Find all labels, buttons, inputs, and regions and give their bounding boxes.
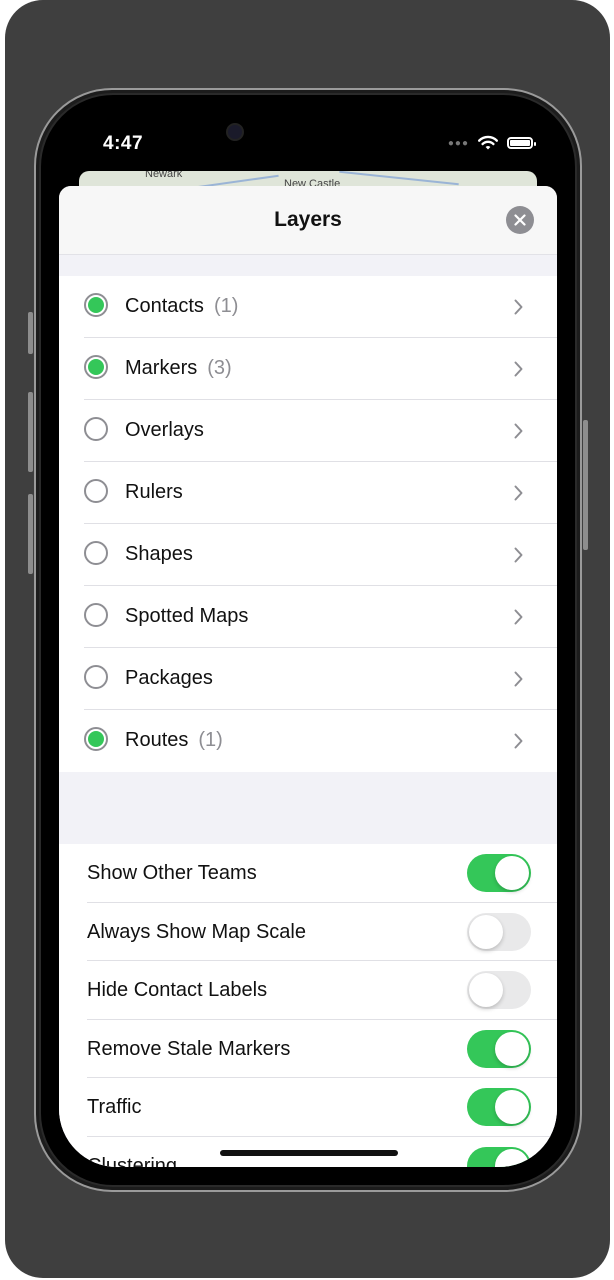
layer-row-markers[interactable]: Markers (3) bbox=[59, 338, 557, 400]
layer-name: Shapes bbox=[125, 543, 193, 565]
screen: 4:47 ●●● Newark New Castle Layers Contac… bbox=[59, 113, 557, 1167]
setting-row-traffic: Traffic bbox=[59, 1078, 557, 1137]
layer-label: Shapes bbox=[125, 543, 203, 566]
volume-up-button bbox=[28, 392, 33, 472]
layers-list: Contacts (1) Markers (3) Overlays Rulers Shape… bbox=[59, 276, 557, 772]
wifi-icon bbox=[478, 135, 498, 150]
status-time: 4:47 bbox=[103, 133, 144, 154]
layer-name: Overlays bbox=[125, 419, 204, 441]
layer-label: Routes (1) bbox=[125, 729, 223, 752]
layer-row-spotted-maps[interactable]: Spotted Maps bbox=[59, 586, 557, 648]
setting-row-hide-contact-labels: Hide Contact Labels bbox=[59, 961, 557, 1020]
radio-button[interactable] bbox=[84, 727, 108, 751]
sheet-title: Layers bbox=[274, 208, 342, 231]
setting-label: Traffic bbox=[87, 1096, 142, 1118]
chevron-right-icon bbox=[514, 609, 523, 625]
toggle-knob bbox=[495, 1031, 529, 1066]
close-button[interactable] bbox=[506, 206, 534, 234]
toggle-switch[interactable] bbox=[467, 1146, 531, 1167]
toggle-switch[interactable] bbox=[467, 854, 531, 892]
toggle-knob bbox=[469, 973, 503, 1007]
radio-button[interactable] bbox=[84, 541, 108, 565]
toggle-knob bbox=[495, 856, 529, 890]
volume-down-button bbox=[28, 494, 33, 574]
chevron-right-icon bbox=[514, 485, 523, 501]
setting-label: Show Other Teams bbox=[87, 862, 257, 884]
layer-label: Rulers bbox=[125, 481, 193, 504]
layer-name: Routes bbox=[125, 729, 189, 751]
chevron-right-icon bbox=[514, 547, 523, 563]
layer-name: Rulers bbox=[125, 481, 183, 503]
power-button bbox=[583, 420, 588, 550]
chevron-right-icon bbox=[514, 671, 523, 687]
setting-row-show-other-teams: Show Other Teams bbox=[59, 844, 557, 903]
chevron-right-icon bbox=[514, 733, 523, 749]
radio-button[interactable] bbox=[84, 603, 108, 627]
radio-button[interactable] bbox=[84, 665, 108, 689]
layer-name: Markers bbox=[125, 357, 198, 379]
layers-sheet: Layers Contacts (1) Markers (3) Overlays Rule… bbox=[59, 186, 557, 1167]
home-indicator bbox=[220, 1150, 398, 1156]
setting-row-always-show-map-scale: Always Show Map Scale bbox=[59, 903, 557, 961]
toggle-knob bbox=[495, 1090, 529, 1124]
front-camera bbox=[226, 123, 244, 141]
chevron-right-icon bbox=[514, 361, 523, 377]
layer-label: Markers (3) bbox=[125, 357, 232, 380]
layer-name: Contacts bbox=[125, 295, 204, 317]
map-label-newark: Newark bbox=[145, 171, 183, 180]
toggle-switch[interactable] bbox=[467, 912, 531, 951]
toggle-switch[interactable] bbox=[467, 1029, 531, 1068]
layer-count: (3) bbox=[207, 357, 232, 379]
setting-label: Always Show Map Scale bbox=[87, 920, 306, 943]
radio-button[interactable] bbox=[84, 293, 108, 317]
setting-label: Remove Stale Markers bbox=[87, 1037, 291, 1060]
settings-list: Show Other Teams Always Show Map Scale Hid… bbox=[59, 844, 557, 1167]
layer-name: Packages bbox=[125, 667, 213, 689]
layer-count: (1) bbox=[198, 729, 223, 751]
toggle-knob bbox=[495, 1148, 529, 1167]
setting-label: Hide Contact Labels bbox=[87, 979, 268, 1001]
chevron-right-icon bbox=[514, 299, 523, 315]
status-icons: ●●● bbox=[447, 135, 536, 151]
radio-button[interactable] bbox=[84, 417, 108, 441]
layer-row-shapes[interactable]: Shapes bbox=[59, 524, 557, 586]
layer-row-overlays[interactable]: Overlays bbox=[59, 400, 557, 462]
sheet-header: Layers bbox=[59, 186, 557, 255]
signal-dots-icon: ●●● bbox=[447, 137, 469, 149]
radio-button[interactable] bbox=[84, 355, 108, 379]
radio-button[interactable] bbox=[84, 479, 108, 503]
layer-label: Spotted Maps bbox=[125, 605, 258, 628]
toggle-switch[interactable] bbox=[467, 1088, 531, 1126]
toggle-knob bbox=[469, 914, 503, 949]
setting-label: Clustering bbox=[87, 1154, 178, 1168]
toggle-switch[interactable] bbox=[467, 971, 531, 1009]
layer-label: Packages bbox=[125, 667, 223, 690]
layer-row-rulers[interactable]: Rulers bbox=[59, 462, 557, 524]
layer-label: Overlays bbox=[125, 419, 214, 442]
setting-row-remove-stale-markers: Remove Stale Markers bbox=[59, 1020, 557, 1078]
layer-row-contacts[interactable]: Contacts (1) bbox=[59, 276, 557, 338]
layer-row-routes[interactable]: Routes (1) bbox=[59, 710, 557, 772]
layer-count: (1) bbox=[213, 295, 239, 317]
layer-label: Contacts (1) bbox=[125, 295, 238, 318]
close-icon bbox=[514, 214, 526, 226]
layer-name: Spotted Maps bbox=[125, 605, 249, 627]
silent-switch bbox=[28, 312, 33, 354]
layer-row-packages[interactable]: Packages bbox=[59, 648, 557, 710]
chevron-right-icon bbox=[514, 423, 523, 439]
battery-icon bbox=[507, 137, 536, 149]
